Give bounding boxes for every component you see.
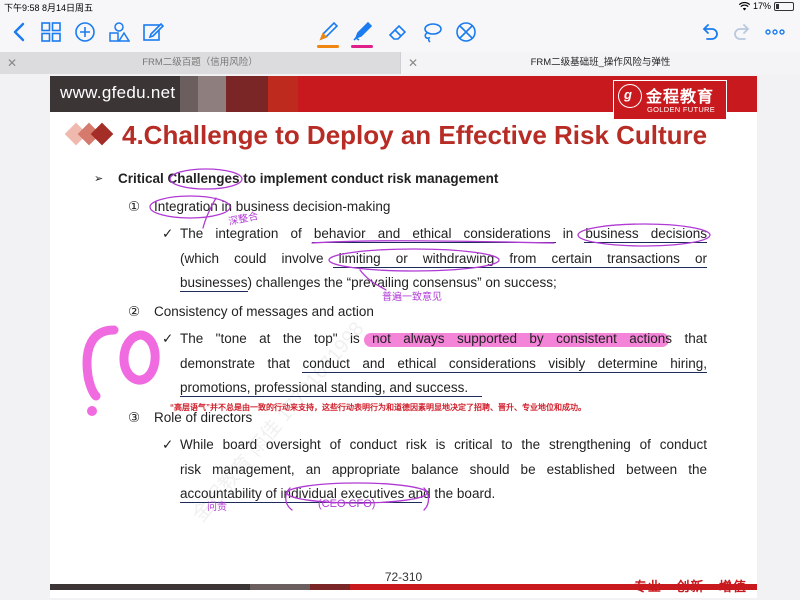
highlighter-color-indicator: [351, 45, 373, 48]
status-time-date: 下午9:58 8月14日周五: [4, 3, 94, 13]
annotation-toolbar: [0, 14, 800, 52]
slide-title: 4.Challenge to Deploy an Effective Risk …: [122, 120, 708, 150]
status-right: 17%: [738, 1, 794, 11]
status-bar: 下午9:58 8月14日周五 17%: [0, 0, 800, 14]
battery-icon: [774, 1, 794, 11]
tab-operational-risk[interactable]: ✕ FRM二级基础班_操作风险与弹性: [400, 52, 800, 74]
check-icon: ✓: [162, 226, 174, 241]
close-icon[interactable]: ✕: [7, 52, 17, 74]
item-line: The integration of behavior and ethical …: [180, 226, 707, 241]
wifi-icon: [738, 1, 750, 10]
item-line: While board oversight of conduct risk is…: [180, 437, 707, 452]
item-number: ②: [128, 304, 141, 319]
edit-icon[interactable]: [141, 20, 165, 44]
item-heading: Consistency of messages and action: [154, 304, 374, 319]
item-line: demonstrate that conduct and ethical con…: [180, 356, 707, 371]
bullet-heading: Critical Challenges to implement conduct…: [118, 171, 499, 186]
item-line: The "tone at the top" is not always supp…: [180, 331, 707, 346]
lasso-icon[interactable]: [420, 20, 444, 44]
logo-chinese: 金程教育: [646, 89, 715, 106]
arrow-bullet-icon: ➢: [94, 173, 104, 185]
tab-label: FRM二级百题（信用风险）: [142, 57, 258, 68]
handwritten-note: 问责: [207, 502, 227, 513]
close-icon[interactable]: ✕: [408, 52, 418, 74]
eraser-icon[interactable]: [386, 20, 410, 44]
no-touch-icon[interactable]: [454, 20, 478, 44]
document-tabs: ✕ FRM二级百题（信用风险） ✕ FRM二级基础班_操作风险与弹性: [0, 52, 800, 74]
handwritten-note: (CEO CFO): [318, 498, 376, 510]
tab-label: FRM二级基础班_操作风险与弹性: [530, 57, 671, 68]
brand-logo: g 金程教育 GOLDEN FUTURE: [613, 80, 727, 120]
item-line: businesses) challenges the “prevailing c…: [180, 275, 557, 290]
diamond-icon: [90, 122, 114, 146]
site-url: www.gfedu.net: [60, 83, 176, 102]
item-number: ①: [128, 199, 141, 214]
pen-color-indicator: [317, 45, 339, 48]
handwritten-note: 普遍一致意见: [382, 292, 442, 303]
check-icon: ✓: [162, 437, 174, 452]
undo-icon[interactable]: [697, 20, 721, 44]
item-number: ③: [128, 410, 141, 425]
redo-icon[interactable]: [731, 20, 755, 44]
highlighter-icon[interactable]: [350, 20, 374, 48]
slogan: 专业 · 创新 · 增值: [633, 579, 747, 594]
add-icon[interactable]: [73, 20, 97, 44]
back-icon[interactable]: [8, 20, 32, 44]
more-icon[interactable]: [763, 20, 787, 44]
logo-seal-icon: g: [618, 84, 642, 108]
item-line: (which could involve limiting or withdra…: [180, 251, 707, 266]
grid-icon[interactable]: [39, 20, 63, 44]
shapes-icon[interactable]: [107, 20, 131, 44]
item-heading: Role of directors: [154, 410, 253, 425]
pen-icon[interactable]: [316, 20, 340, 48]
item-line: promotions, professional standing, and s…: [180, 380, 469, 395]
slide-page[interactable]: www.gfedu.net g 金程教育 GOLDEN FUTURE 金程教育 …: [50, 76, 757, 598]
item-line: risk management, an appropriate balance …: [180, 462, 707, 477]
item-heading: Integration in business decision-making: [154, 199, 391, 214]
logo-english: GOLDEN FUTURE: [647, 105, 716, 114]
check-icon: ✓: [162, 331, 174, 346]
battery-percent: 17%: [752, 1, 771, 11]
tab-credit-risk[interactable]: ✕ FRM二级百题（信用风险）: [0, 52, 400, 74]
battery-level: [776, 3, 779, 9]
